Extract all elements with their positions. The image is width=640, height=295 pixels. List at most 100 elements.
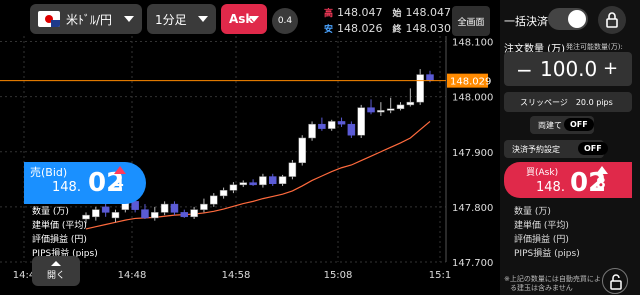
ask-price-last-digit: 8 (596, 176, 606, 192)
candle-body (318, 123, 326, 129)
candle-body (298, 137, 306, 164)
candle-body (259, 176, 267, 186)
lock-icon (606, 12, 618, 28)
japan-us-flag-icon (38, 11, 60, 27)
candle-body (396, 104, 405, 110)
candle-body (278, 176, 287, 184)
fullscreen-button[interactable]: 全画面 (452, 6, 490, 36)
zoom-value: 0.4 (277, 16, 293, 26)
y-tick-label: 147.900 (452, 148, 493, 159)
high-value: 148.047 (337, 6, 383, 19)
candle-body (406, 101, 415, 106)
candle-body (288, 162, 297, 177)
expand-up-icon (51, 261, 61, 266)
ask-pl-yen-label: 評価損益 (円) (514, 235, 569, 245)
bid-qty-label: 数量 (万) (32, 207, 69, 217)
quantity-increase-button[interactable]: + (603, 58, 618, 79)
bulk-settle-toggle[interactable] (548, 8, 588, 30)
candle-body (151, 212, 159, 219)
candle-body (131, 201, 139, 210)
ask-qty-label: 数量 (万) (514, 207, 551, 217)
ask-up-arrow-icon (596, 166, 608, 174)
open-label: 開く (46, 271, 65, 281)
slippage-label: スリッページ (520, 97, 568, 107)
price-side-dropdown[interactable]: Ask (221, 4, 267, 34)
candle-body (229, 184, 238, 191)
candle-body (268, 176, 277, 184)
bid-price-last-digit: 4 (114, 176, 124, 192)
timeframe-label: 1分足 (155, 12, 187, 27)
x-tick-label: 15:08 (324, 270, 353, 281)
open-value: 148.047 (405, 6, 452, 19)
bid-pl-yen-label: 評価損益 (円) (32, 235, 87, 245)
ask-price-prefix: 148. (536, 180, 565, 195)
chevron-down-icon (249, 16, 259, 22)
ask-avg-price-label: 建単価 (平均) (514, 221, 569, 231)
candle-body (190, 209, 198, 218)
candle-body (239, 182, 248, 186)
slippage-setting[interactable]: スリッページ 20.0 pips (504, 92, 632, 112)
quantity-input[interactable]: 100.0 (540, 57, 597, 81)
candle-body (327, 121, 336, 129)
x-tick-label: 15:1 (429, 270, 451, 281)
pair-label: 米ﾄﾞﾙ/円 (66, 12, 113, 27)
x-tick-label: 14:48 (118, 270, 147, 281)
candle-body (219, 190, 228, 197)
candle-body (92, 209, 100, 218)
candle-body (426, 74, 434, 81)
x-tick-label: 14:58 (222, 270, 251, 281)
hedge-label: 両建て (538, 120, 562, 130)
hedge-off-badge[interactable]: OFF (564, 118, 594, 131)
candle-body (416, 74, 424, 103)
candle-body (347, 123, 356, 136)
candle-body (367, 107, 375, 113)
bid-avg-price-label: 建単価 (平均) (32, 221, 87, 231)
y-tick-label: 147.700 (452, 258, 493, 269)
close-label: 終 (392, 25, 402, 35)
available-quantity-label: 発注可能数量(万): (566, 43, 623, 51)
candle-body (249, 182, 257, 186)
settlement-off-badge[interactable]: OFF (578, 142, 608, 155)
candle-body (101, 206, 110, 213)
open-positions-button[interactable]: 開く (32, 256, 80, 286)
candle-body (170, 203, 179, 213)
low-value: 148.026 (337, 22, 383, 35)
bid-label: 売(Bid) (30, 166, 68, 179)
y-tick-label: 148.100 (452, 38, 493, 49)
zoom-level-button[interactable]: 0.4 (272, 8, 298, 34)
y-tick-label: 147.800 (452, 203, 493, 214)
ask-label: 買(Ask) (526, 168, 559, 178)
note-line-2: る建玉は含みません (510, 284, 573, 292)
lock-button[interactable] (598, 6, 626, 34)
fullscreen-label: 全画面 (457, 17, 485, 28)
high-label: 高 (324, 9, 334, 19)
bid-price-prefix: 148. (52, 180, 81, 195)
candle-body (357, 107, 365, 136)
candle-body (160, 203, 169, 213)
quote-row-low-close: 安 148.026 終 148.030 (324, 22, 451, 35)
currency-pair-dropdown[interactable]: 米ﾄﾞﾙ/円 (30, 4, 142, 34)
slippage-value: 20.0 pips (575, 97, 613, 107)
quote-row-high-open: 高 148.047 始 148.047 (324, 6, 451, 19)
toggle-knob (568, 10, 586, 28)
candle-body (180, 212, 189, 218)
unlock-button[interactable] (602, 268, 628, 294)
quantity-decrease-button[interactable]: − (516, 58, 533, 82)
candle-body (308, 123, 316, 139)
candle-body (141, 209, 149, 219)
candle-body (210, 195, 218, 205)
open-label: 始 (392, 9, 402, 19)
settlement-reservation-label: 決済予約設定 (512, 144, 560, 154)
timeframe-dropdown[interactable]: 1分足 (147, 4, 216, 34)
close-value: 148.030 (405, 22, 452, 35)
buy-ask-button[interactable] (504, 162, 632, 198)
candle-body (200, 203, 208, 210)
candle-body (386, 108, 395, 111)
low-label: 安 (324, 25, 334, 35)
y-tick-label: 148.000 (452, 93, 493, 104)
ask-pl-pips-label: PIPS損益 (pips) (514, 249, 580, 259)
candle-body (377, 110, 385, 113)
candle-body (111, 212, 120, 219)
chevron-down-icon (124, 16, 134, 22)
bid-up-arrow-icon (114, 166, 126, 174)
